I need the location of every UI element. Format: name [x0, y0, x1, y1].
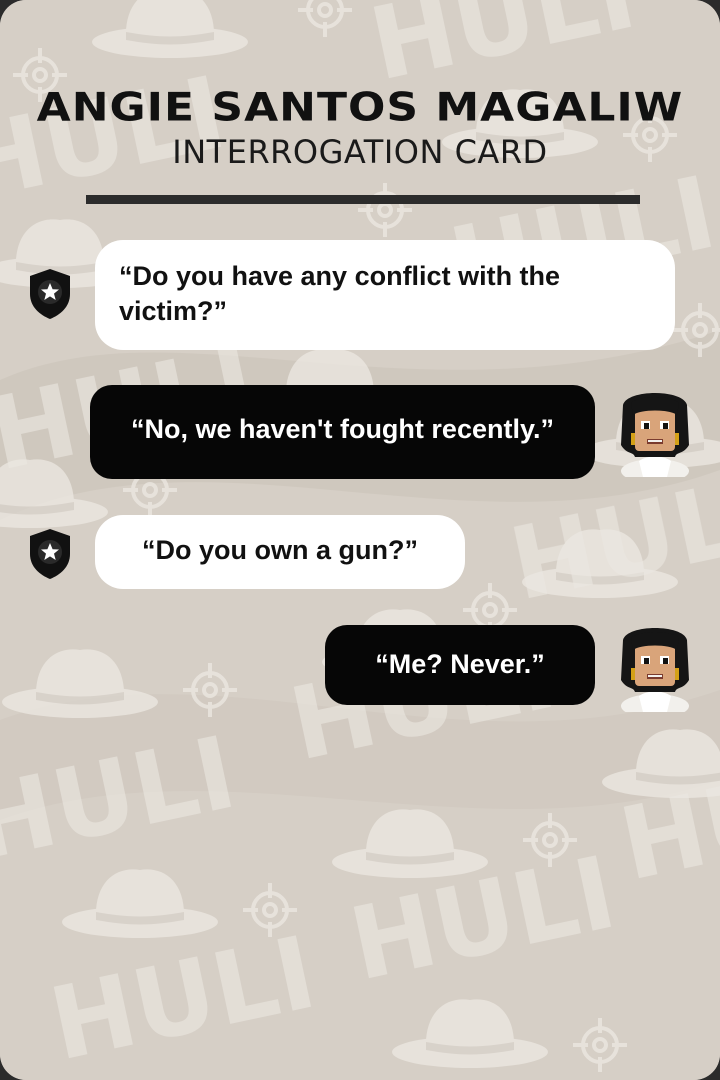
answer-bubble: “Me? Never.”: [325, 625, 595, 705]
suspect-avatar: [621, 393, 689, 477]
interrogation-card: HULI HULI HULI HULI HULI HULI HULI HULI …: [0, 0, 720, 1080]
question-bubble: “Do you have any conflict with the victi…: [95, 240, 675, 350]
title-divider: [86, 195, 640, 204]
answer-bubble: “No, we haven't fought recently.”: [90, 385, 595, 479]
suspect-name: Angie Santos Magaliw: [36, 84, 684, 131]
question-bubble: “Do you own a gun?”: [95, 515, 465, 589]
police-badge-icon: [30, 269, 70, 319]
card-subtitle: INTERROGATION CARD: [172, 133, 548, 171]
police-badge-icon: [30, 529, 70, 579]
suspect-avatar: [621, 628, 689, 712]
